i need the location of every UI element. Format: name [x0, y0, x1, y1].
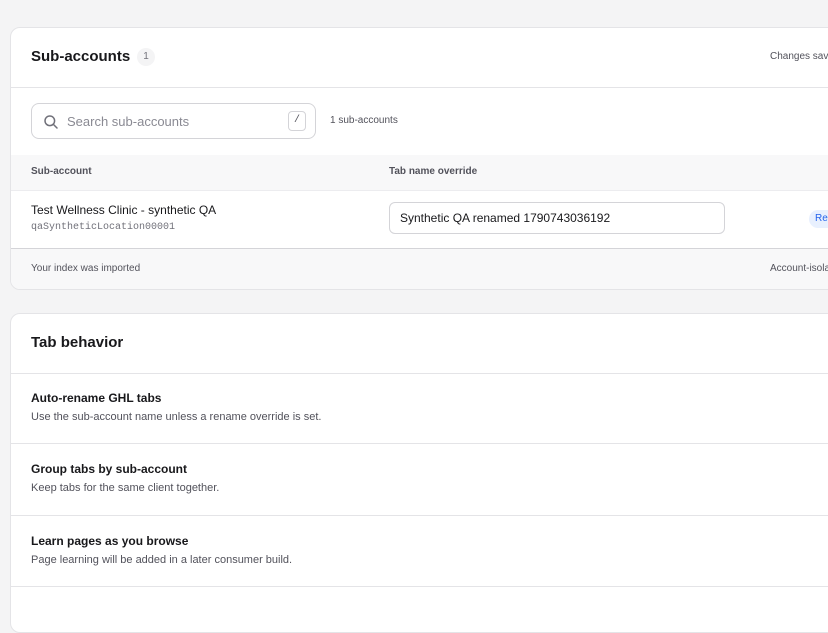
setting-title: Learn pages as you browse: [31, 534, 189, 548]
import-status-text: Your index was imported: [31, 263, 141, 274]
tab-behavior-header: Tab behavior: [11, 314, 828, 374]
tab-behavior-card: Tab behavior Auto-rename GHL tabs Use th…: [10, 313, 828, 633]
table-header: Sub-account Tab name override: [11, 155, 828, 191]
subaccounts-footer: Your index was imported Account-isolated: [11, 249, 828, 289]
setting-learn-pages[interactable]: Learn pages as you browse Page learning …: [11, 516, 828, 587]
subaccount-location-id: qaSyntheticLocation00001: [31, 222, 176, 233]
setting-description: Keep tabs for the same client together.: [31, 482, 220, 494]
search-result-count: 1 sub-accounts: [330, 115, 398, 126]
tab-name-override-input[interactable]: [389, 202, 725, 234]
setting-group-tabs[interactable]: Group tabs by sub-account Keep tabs for …: [11, 444, 828, 516]
setting-description: Page learning will be added in a later c…: [31, 554, 293, 566]
search-shortcut-key: /: [288, 111, 306, 131]
isolation-status-text: Account-isolated: [770, 263, 828, 274]
tab-behavior-title: Tab behavior: [31, 334, 124, 351]
subaccounts-title: Sub-accounts: [31, 48, 131, 65]
column-header-tab-name-override: Tab name override: [389, 166, 478, 177]
subaccounts-header: Sub-accounts 1 Changes saved: [11, 28, 828, 88]
subaccounts-card: Sub-accounts 1 Changes saved / 1 sub-acc…: [10, 27, 828, 290]
setting-title: Group tabs by sub-account: [31, 462, 188, 476]
setting-title: Auto-rename GHL tabs: [31, 391, 162, 405]
search-icon: [44, 115, 58, 129]
setting-description: Use the sub-account name unless a rename…: [31, 411, 322, 423]
search-input[interactable]: [67, 110, 277, 132]
setting-auto-rename[interactable]: Auto-rename GHL tabs Use the sub-account…: [11, 373, 828, 444]
table-row: Test Wellness Clinic - synthetic QA qaSy…: [11, 191, 828, 249]
renamed-status-badge: Renamed: [809, 210, 828, 228]
subaccounts-count-badge: 1: [137, 48, 155, 66]
search-box[interactable]: /: [31, 103, 316, 139]
column-header-subaccount: Sub-account: [31, 166, 92, 177]
save-status-text: Changes saved: [770, 51, 828, 62]
subaccount-name: Test Wellness Clinic - synthetic QA: [31, 203, 217, 217]
